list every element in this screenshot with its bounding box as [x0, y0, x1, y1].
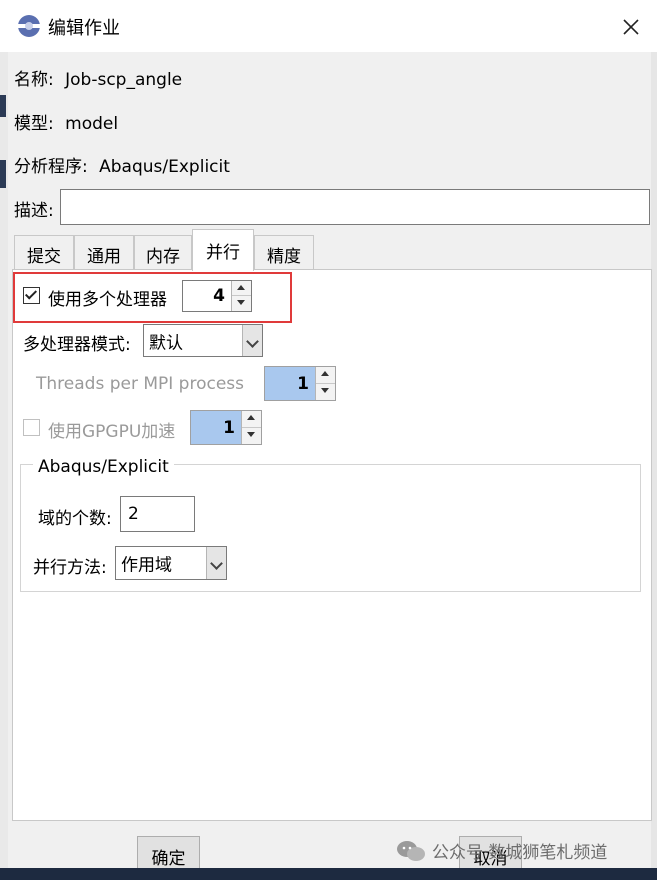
watermark-text: 公众号·数城狮笔札频道: [432, 843, 608, 863]
gpgpu-stepper[interactable]: 1: [190, 410, 262, 445]
wechat-icon: [397, 840, 425, 861]
tab-precision[interactable]: 精度: [254, 235, 314, 269]
use-multi-cpu-label: 使用多个处理器: [48, 290, 167, 310]
increment-arrow-icon[interactable]: [242, 411, 261, 428]
taskbar-strip: [0, 868, 657, 880]
program-row: 分析程序: Abaqus/Explicit: [14, 152, 230, 177]
title-bar: 编辑作业: [0, 0, 657, 52]
mode-label: 多处理器模式:: [23, 335, 131, 355]
decrement-arrow-icon[interactable]: [316, 384, 335, 401]
program-label: 分析程序:: [14, 157, 88, 177]
stepper-buttons: [231, 281, 251, 311]
tab-general[interactable]: 通用: [74, 235, 134, 269]
tab-label: 内存: [146, 247, 180, 267]
ok-button[interactable]: 确定: [137, 836, 200, 870]
explicit-group-title: Abaqus/Explicit: [33, 457, 174, 477]
mode-select[interactable]: 默认: [143, 324, 263, 357]
chevron-down-icon[interactable]: [206, 547, 226, 579]
stepper-buttons: [241, 411, 261, 444]
increment-arrow-icon[interactable]: [316, 367, 335, 384]
window-title: 编辑作业: [48, 18, 120, 39]
use-multi-cpu-checkbox[interactable]: [23, 287, 40, 304]
description-label: 描述:: [14, 201, 54, 221]
tab-label: 并行: [206, 243, 240, 263]
cpu-count-value: 4: [213, 286, 225, 306]
tab-submit[interactable]: 提交: [14, 235, 74, 269]
tab-memory[interactable]: 内存: [134, 235, 192, 269]
method-value: 作用域: [121, 555, 172, 576]
model-value: model: [65, 114, 119, 134]
background-window-mark: [0, 95, 6, 117]
explicit-group-box: [20, 464, 641, 592]
name-value: Job-scp_angle: [65, 70, 183, 90]
threads-value: 1: [297, 373, 309, 394]
gpgpu-label: 使用GPGPU加速: [48, 422, 176, 442]
threads-label: Threads per MPI process: [36, 374, 245, 394]
decrement-arrow-icon[interactable]: [232, 296, 251, 311]
program-value: Abaqus/Explicit: [99, 157, 230, 177]
domains-input[interactable]: 2: [120, 496, 195, 532]
checkmark-icon: [24, 287, 38, 300]
method-select[interactable]: 作用域: [115, 546, 227, 580]
gpgpu-checkbox[interactable]: [23, 419, 40, 436]
method-label: 并行方法:: [33, 558, 107, 578]
tab-label: 提交: [27, 247, 61, 267]
abaqus-app-icon: [18, 15, 40, 37]
model-row: 模型: model: [14, 109, 118, 134]
gpgpu-value: 1: [223, 417, 235, 438]
domains-label: 域的个数:: [38, 509, 112, 529]
description-input[interactable]: [60, 189, 650, 225]
cpu-count-stepper[interactable]: 4: [182, 280, 252, 312]
tab-label: 精度: [267, 247, 301, 267]
name-row: 名称: Job-scp_angle: [14, 65, 182, 90]
name-label: 名称:: [14, 70, 54, 90]
decrement-arrow-icon[interactable]: [242, 428, 261, 445]
mode-value: 默认: [149, 333, 183, 353]
tab-label: 通用: [87, 247, 121, 267]
background-window-mark: [0, 160, 6, 188]
ok-button-label: 确定: [151, 849, 186, 869]
close-icon[interactable]: [618, 14, 644, 40]
chevron-down-icon[interactable]: [242, 325, 262, 356]
watermark: 公众号·数城狮笔札频道: [396, 838, 607, 863]
threads-stepper[interactable]: 1: [264, 366, 336, 401]
domains-value: 2: [128, 504, 139, 524]
stepper-buttons: [315, 367, 335, 400]
increment-arrow-icon[interactable]: [232, 281, 251, 296]
tab-parallel[interactable]: 并行: [192, 229, 254, 271]
model-label: 模型:: [14, 114, 54, 134]
